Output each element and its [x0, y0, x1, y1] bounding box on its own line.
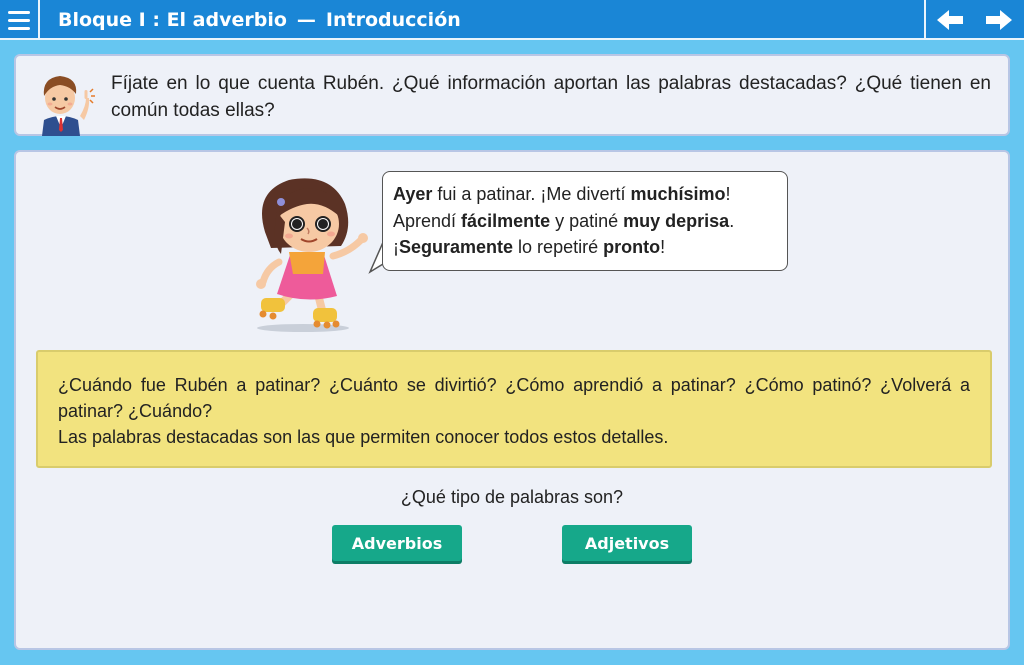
main-panel: Ayer fui a patinar. ¡Me divertí muchísim… — [14, 150, 1010, 650]
next-button[interactable] — [974, 0, 1024, 40]
speech-line-3: ¡Seguramente lo repetiré pronto! — [393, 234, 775, 261]
page-title: Bloque I : El adverbio — Introducción — [58, 0, 461, 40]
answer-button-adverbios[interactable]: Adverbios — [332, 525, 462, 561]
girl-skating-illustration — [256, 178, 368, 332]
previous-button[interactable] — [924, 0, 974, 40]
lesson-subtitle: Introducción — [325, 9, 461, 31]
answer-button-adjetivos[interactable]: Adjetivos — [562, 525, 692, 561]
speech-line-1: Ayer fui a patinar. ¡Me divertí muchísim… — [393, 181, 775, 208]
instruction-box: Fíjate en lo que cuenta Rubén. ¿Qué info… — [14, 54, 1010, 136]
instruction-text: Fíjate en lo que cuenta Rubén. ¿Qué info… — [111, 73, 991, 121]
speech-text: ! — [660, 237, 666, 257]
info-questions: ¿Cuándo fue Rubén a patinar? ¿Cuánto se … — [58, 375, 970, 421]
speech-text: ! — [725, 184, 731, 204]
info-box: ¿Cuándo fue Rubén a patinar? ¿Cuánto se … — [36, 350, 992, 468]
title-separator: — — [296, 9, 316, 31]
highlight-word: muchísimo — [630, 184, 726, 204]
speech-text: Aprendí — [393, 210, 462, 231]
speech-bubble: Ayer fui a patinar. ¡Me divertí muchísim… — [382, 171, 788, 271]
info-conclusion: Las palabras destacadas son las que perm… — [58, 427, 669, 447]
speech-text: . — [729, 210, 735, 231]
highlight-word: Seguramente — [399, 237, 514, 257]
speech-text: y patiné — [550, 210, 624, 231]
top-bar: Bloque I : El adverbio — Introducción — [0, 0, 1024, 40]
teacher-avatar — [42, 76, 95, 136]
speech-text: fui a patinar. ¡Me divertí — [432, 184, 631, 204]
highlight-word: pronto — [603, 237, 661, 257]
highlight-word: Ayer — [393, 184, 433, 204]
speech-text: lo repetiré — [513, 237, 604, 257]
arrow-right-icon — [986, 10, 1012, 30]
lesson-title: Bloque I : El adverbio — [58, 9, 287, 31]
arrow-left-icon — [937, 10, 963, 30]
speech-line-2: Aprendí fácilmente y patiné muy deprisa. — [393, 208, 775, 235]
quiz-question: ¿Qué tipo de palabras son? — [400, 487, 624, 507]
highlight-word: fácilmente — [461, 210, 551, 231]
hamburger-icon[interactable] — [0, 0, 40, 40]
highlight-word: muy deprisa — [623, 210, 730, 231]
